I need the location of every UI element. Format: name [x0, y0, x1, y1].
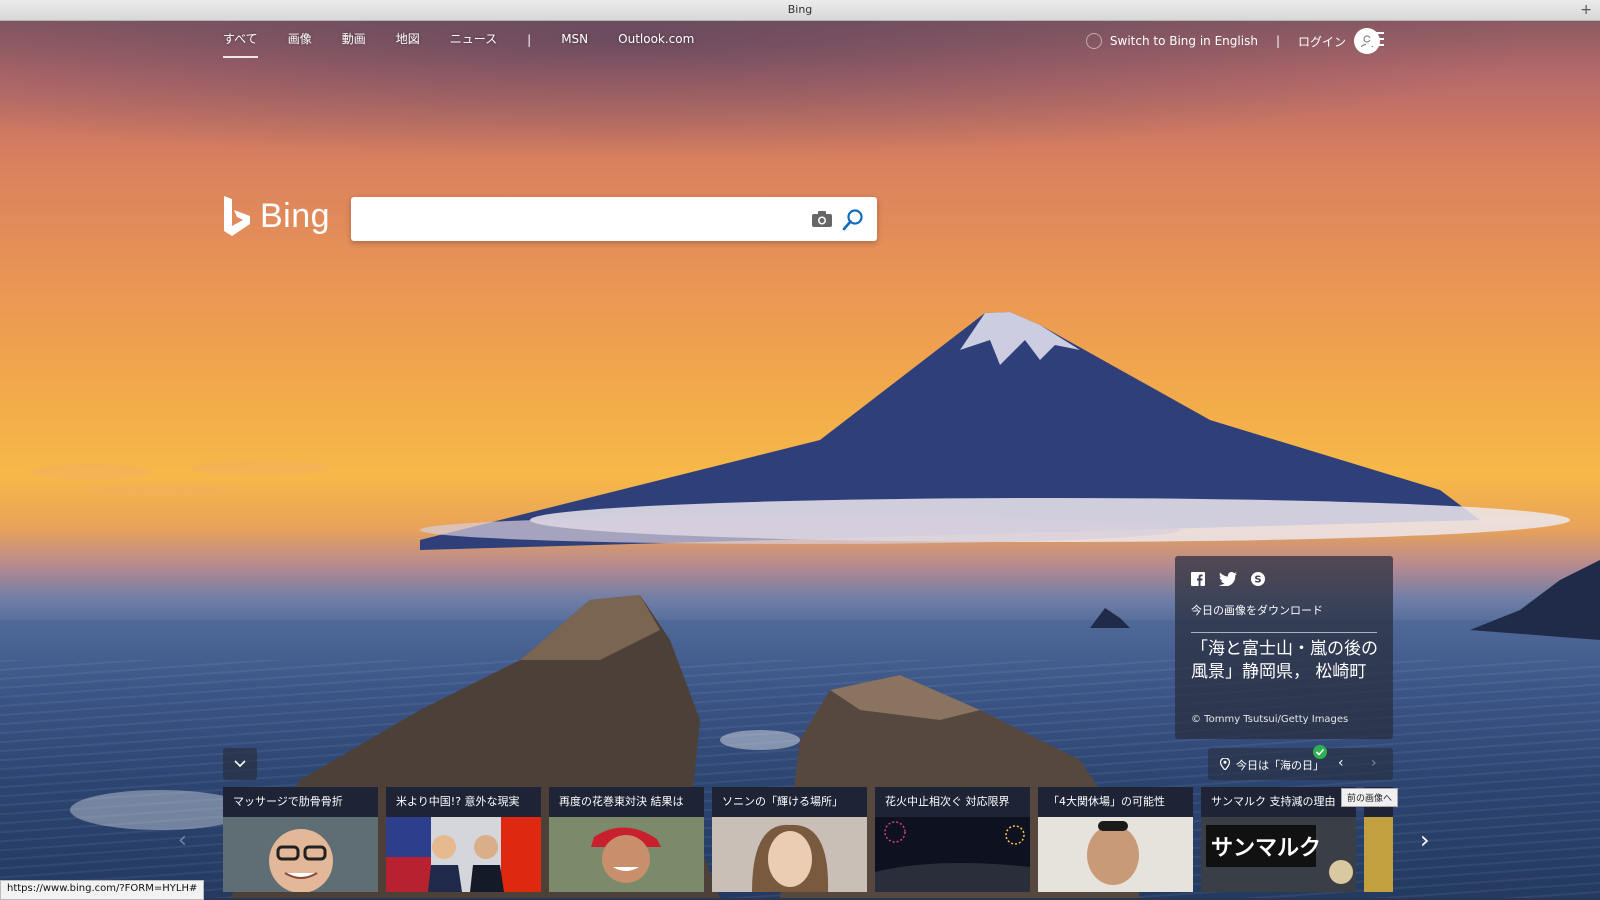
- nav-link-news[interactable]: ニュース: [450, 30, 497, 50]
- nav-links: すべて 画像 動画 地図 ニュース | MSN Outlook.com: [223, 30, 724, 58]
- news-caption: 花火中止相次ぐ 対応限界: [875, 787, 1030, 817]
- hamburger-menu-icon[interactable]: [1366, 32, 1384, 50]
- chevron-down-icon: [234, 760, 246, 768]
- previous-image-tooltip: 前の画像へ: [1341, 788, 1399, 807]
- skype-icon[interactable]: S: [1251, 572, 1265, 586]
- news-card[interactable]: サンマルク 支持減の理由 サンマルク: [1201, 787, 1356, 892]
- window-title: Bing: [787, 3, 813, 16]
- nav-right-separator: |: [1275, 34, 1280, 48]
- news-caption: サンマルク 支持減の理由: [1201, 787, 1356, 817]
- status-url: https://www.bing.com/?FORM=HYLH#: [0, 880, 205, 900]
- nav-link-maps[interactable]: 地図: [396, 30, 420, 50]
- news-caption: マッサージで肋骨骨折: [223, 787, 378, 817]
- nav-link-images[interactable]: 画像: [288, 30, 312, 50]
- news-card[interactable]: 米より中国!? 意外な現実: [386, 787, 541, 892]
- svg-text:サンマルク: サンマルク: [1211, 836, 1321, 861]
- news-thumbnail: [712, 817, 867, 892]
- news-card[interactable]: 「4大関休場」の可能性: [1038, 787, 1193, 892]
- bing-logo[interactable]: Bing: [222, 196, 330, 236]
- card-divider: [1191, 632, 1377, 633]
- svg-text:S: S: [1254, 575, 1261, 586]
- search-box: [351, 197, 877, 241]
- download-image-link[interactable]: 今日の画像をダウンロード: [1191, 602, 1323, 618]
- check-icon: [1313, 745, 1327, 759]
- twitter-icon[interactable]: [1219, 572, 1237, 586]
- next-image-chevron-icon[interactable]: ›: [1371, 755, 1377, 771]
- logo-text: Bing: [260, 196, 331, 235]
- nav-link-videos[interactable]: 動画: [342, 30, 366, 50]
- day-info-text[interactable]: 今日は「海の日」: [1236, 757, 1324, 773]
- top-navigation: すべて 画像 動画 地図 ニュース | MSN Outlook.com Swit…: [0, 20, 1600, 60]
- news-prev-chevron-icon[interactable]: ‹: [178, 828, 187, 853]
- news-thumbnail: [223, 817, 378, 892]
- login-link[interactable]: ログイン: [1298, 33, 1346, 50]
- day-info-bar: 今日は「海の日」 ‹ ›: [1208, 745, 1393, 780]
- collapse-news-button[interactable]: [223, 748, 257, 780]
- news-thumbnail: [875, 817, 1030, 892]
- news-thumbnail: [1038, 817, 1193, 892]
- news-card[interactable]: マッサージで肋骨骨折: [223, 787, 378, 892]
- nav-link-all[interactable]: すべて: [223, 30, 258, 58]
- news-carousel: マッサージで肋骨骨折 米より中国!? 意外な現実 再度の花巻東対決 結果は ソニ…: [223, 787, 1393, 892]
- new-tab-button[interactable]: +: [1580, 0, 1592, 20]
- news-thumbnail: [386, 817, 541, 892]
- switch-language-link[interactable]: Switch to Bing in English: [1110, 34, 1258, 48]
- news-thumbnail: サンマルク: [1201, 817, 1356, 892]
- bing-b-icon: [224, 196, 250, 236]
- news-next-chevron-icon[interactable]: ›: [1420, 826, 1430, 854]
- image-title[interactable]: 「海と富士山・嵐の後の風景」静岡県， 松崎町: [1191, 638, 1381, 684]
- news-caption: ソニンの「輝ける場所」: [712, 787, 867, 817]
- image-credit: © Tommy Tsutsui/Getty Images: [1191, 714, 1349, 725]
- news-thumbnail: [549, 817, 704, 892]
- news-card[interactable]: ソニンの「輝ける場所」: [712, 787, 867, 892]
- previous-image-chevron-icon[interactable]: ‹: [1338, 755, 1344, 771]
- facebook-icon[interactable]: [1191, 572, 1205, 586]
- camera-icon[interactable]: [811, 210, 833, 228]
- search-icon[interactable]: [841, 208, 865, 232]
- window-titlebar: Bing +: [0, 0, 1600, 21]
- share-buttons: S: [1191, 572, 1279, 586]
- nav-link-msn[interactable]: MSN: [561, 30, 588, 50]
- news-thumbnail: [1364, 817, 1393, 892]
- globe-icon: [1085, 33, 1102, 49]
- news-caption: 再度の花巻東対決 結果は: [549, 787, 704, 817]
- nav-separator: |: [527, 33, 532, 47]
- location-pin-icon: [1220, 758, 1230, 770]
- news-caption: 米より中国!? 意外な現実: [386, 787, 541, 817]
- nav-right: Switch to Bing in English | ログイン: [1085, 28, 1380, 54]
- news-card[interactable]: 再度の花巻東対決 結果は: [549, 787, 704, 892]
- nav-link-outlook[interactable]: Outlook.com: [618, 30, 694, 50]
- news-caption: 「4大関休場」の可能性: [1038, 787, 1193, 817]
- image-info-card: S 今日の画像をダウンロード 「海と富士山・嵐の後の風景」静岡県， 松崎町 © …: [1175, 556, 1393, 739]
- search-input[interactable]: [361, 205, 795, 235]
- news-card[interactable]: 花火中止相次ぐ 対応限界: [875, 787, 1030, 892]
